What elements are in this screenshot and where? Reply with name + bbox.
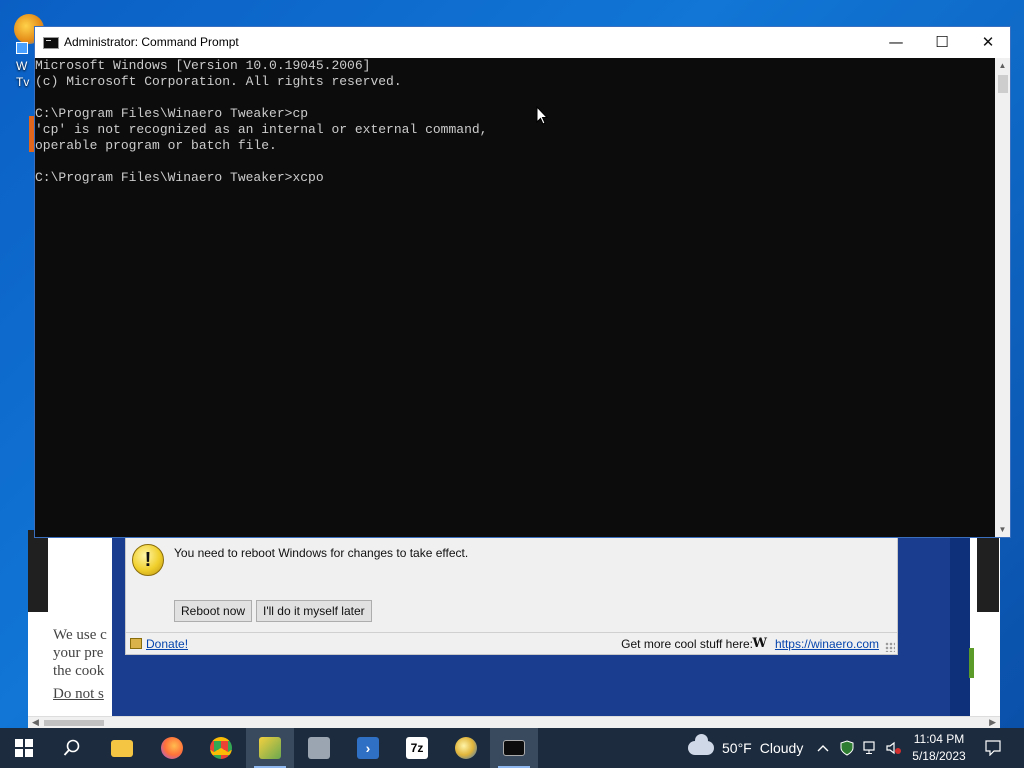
warning-icon: !: [132, 544, 164, 576]
minimize-button[interactable]: —: [873, 27, 919, 58]
reboot-later-button[interactable]: I'll do it myself later: [256, 600, 372, 622]
donate-icon: [130, 638, 142, 649]
cookie-line: the cook: [53, 663, 105, 679]
scroll-left-icon[interactable]: ◀: [32, 717, 39, 728]
tweaker-status-bar: Donate! Get more cool stuff here: W http…: [126, 632, 897, 654]
start-button[interactable]: [0, 728, 48, 768]
clock-date: 5/18/2023: [912, 749, 966, 763]
scroll-thumb[interactable]: [44, 720, 104, 726]
weather-condition: Cloudy: [759, 740, 804, 756]
network-icon[interactable]: [861, 728, 881, 768]
background-left-dark-block: [28, 530, 48, 612]
security-shield-icon[interactable]: [838, 728, 856, 768]
reboot-message: You need to reboot Windows for changes t…: [174, 546, 469, 560]
weather-temperature: 50°F: [722, 740, 752, 756]
winaero-tweaker-icon: [259, 737, 281, 759]
chrome-button[interactable]: [197, 728, 245, 768]
close-button[interactable]: ✕: [965, 27, 1011, 58]
app-icon: [308, 737, 330, 759]
background-dark-strip: [950, 530, 970, 728]
background-horizontal-scrollbar[interactable]: ◀ ▶: [28, 716, 1000, 728]
firefox-button[interactable]: [148, 728, 196, 768]
cloud-icon: [688, 734, 714, 755]
7zip-button[interactable]: 7z: [393, 728, 441, 768]
background-right-dark-block: [977, 530, 999, 612]
background-green-marker: [969, 648, 974, 678]
command-prompt-button[interactable]: [490, 728, 538, 768]
browser-button[interactable]: [442, 728, 490, 768]
system-clock[interactable]: 11:04 PM 5/18/2023: [906, 731, 972, 765]
volume-muted-icon[interactable]: [884, 728, 904, 768]
cookie-line: We use c: [53, 627, 107, 643]
clock-time: 11:04 PM: [913, 732, 965, 746]
cmd-vertical-scrollbar[interactable]: ▲ ▼: [995, 58, 1010, 537]
search-button[interactable]: [48, 728, 96, 768]
console-line: (c) Microsoft Corporation. All rights re…: [35, 74, 402, 89]
winaero-site-link[interactable]: https://winaero.com: [775, 637, 879, 651]
weather-widget[interactable]: 50°F Cloudy: [688, 728, 803, 768]
scroll-thumb[interactable]: [998, 75, 1008, 93]
window-title: Administrator: Command Prompt: [64, 35, 239, 49]
show-hidden-icons-chevron-icon[interactable]: [814, 728, 832, 768]
taskbar: › 7z 50°F Cloudy 11:04 PM 5/18/2023: [0, 728, 1024, 768]
shortcut-arrow-icon: [16, 42, 28, 54]
winaero-logo-icon: W: [752, 636, 767, 651]
console-line: 'cp' is not recognized as an internal or…: [35, 122, 488, 137]
resize-grip[interactable]: [885, 642, 895, 652]
file-explorer-icon: [111, 739, 133, 757]
cookie-line: your pre: [53, 645, 104, 661]
maximize-button[interactable]: ☐: [919, 27, 965, 58]
cookie-opt-out-link[interactable]: Do not s: [53, 685, 113, 703]
winaero-tweaker-button[interactable]: [246, 728, 294, 768]
desktop-icon-label[interactable]: W Tv: [16, 58, 29, 90]
search-icon: [63, 739, 80, 756]
console-input-line[interactable]: C:\Program Files\Winaero Tweaker>xcpo: [35, 170, 995, 186]
command-prompt-icon: [503, 740, 525, 756]
command-prompt-window[interactable]: Administrator: Command Prompt — ☐ ✕ Micr…: [34, 26, 1011, 538]
browser-icon: [455, 737, 477, 759]
console-line: operable program or batch file.: [35, 138, 277, 153]
action-center-notification-icon[interactable]: [978, 728, 1008, 768]
scroll-down-icon[interactable]: ▼: [995, 522, 1010, 537]
powershell-icon: ›: [357, 737, 379, 759]
console-output[interactable]: Microsoft Windows [Version 10.0.19045.20…: [35, 58, 995, 538]
chrome-icon: [210, 737, 232, 759]
get-more-label: Get more cool stuff here:: [621, 637, 753, 651]
powershell-button[interactable]: ›: [344, 728, 392, 768]
console-line: Microsoft Windows [Version 10.0.19045.20…: [35, 58, 371, 73]
cookie-notice: We use c your pre the cook Do not s: [53, 626, 113, 703]
scroll-right-icon[interactable]: ▶: [989, 717, 996, 728]
command-prompt-icon[interactable]: [43, 37, 59, 49]
reboot-now-button[interactable]: Reboot now: [174, 600, 253, 622]
scroll-up-icon[interactable]: ▲: [995, 58, 1010, 73]
cmd-titlebar[interactable]: Administrator: Command Prompt — ☐ ✕: [35, 27, 1010, 58]
firefox-icon: [161, 737, 183, 759]
console-line: C:\Program Files\Winaero Tweaker>cp: [35, 106, 309, 121]
app-button[interactable]: [295, 728, 343, 768]
donate-link[interactable]: Donate!: [146, 637, 188, 651]
7zip-icon: 7z: [406, 737, 428, 759]
windows-logo-icon: [15, 739, 33, 757]
file-explorer-button[interactable]: [98, 728, 146, 768]
winaero-tweaker-panel: ! You need to reboot Windows for changes…: [125, 536, 898, 655]
